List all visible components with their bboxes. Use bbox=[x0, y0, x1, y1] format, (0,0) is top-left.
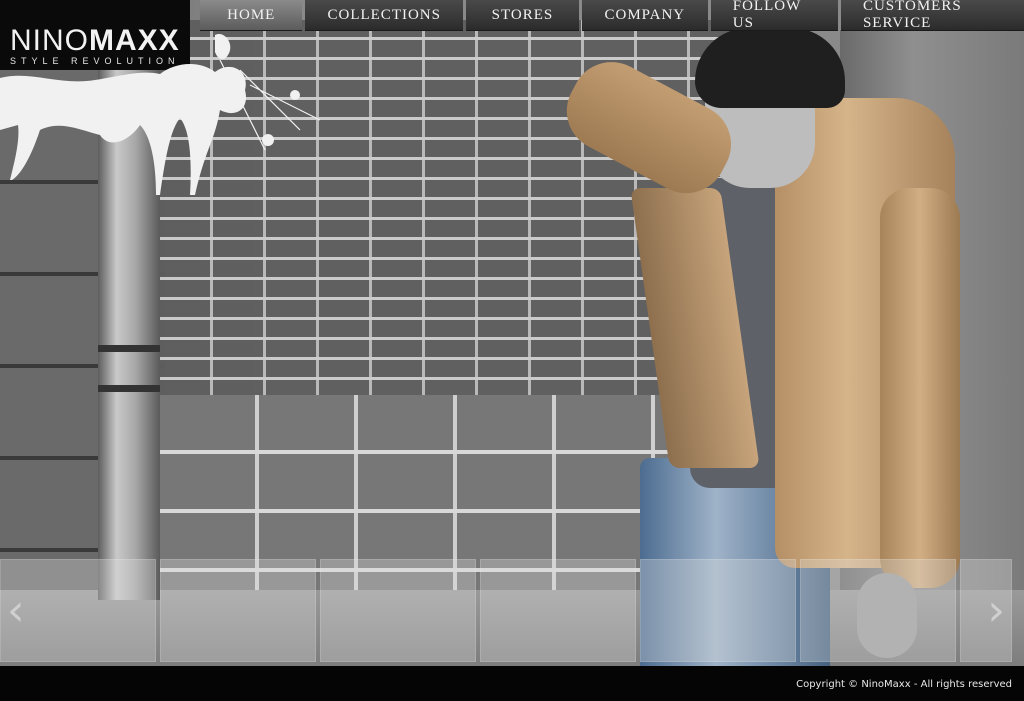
nav-item-customers-service[interactable]: CUSTOMERS SERVICE bbox=[840, 0, 1024, 31]
model-arm bbox=[880, 188, 960, 588]
brand-logo[interactable]: NINOMAXX STYLE REVOLUTION bbox=[10, 24, 180, 66]
brand-name: NINOMAXX bbox=[10, 24, 180, 58]
chevron-right-icon: › bbox=[987, 584, 1005, 636]
thumbnail-2[interactable] bbox=[320, 559, 476, 662]
main-nav: HOME COLLECTIONS STORES COMPANY FOLLOW U… bbox=[200, 0, 1024, 31]
thumbnail-4[interactable] bbox=[640, 559, 796, 662]
nav-item-home[interactable]: HOME bbox=[200, 0, 303, 31]
pipe-band bbox=[98, 385, 160, 392]
thumbnail-5[interactable] bbox=[800, 559, 956, 662]
brand-name-light: NINO bbox=[10, 24, 89, 57]
brand-tagline: STYLE REVOLUTION bbox=[10, 56, 180, 66]
thumbnail-1[interactable] bbox=[160, 559, 316, 662]
model-hair bbox=[695, 28, 845, 108]
pipe-band bbox=[98, 345, 160, 352]
nav-item-follow-us[interactable]: FOLLOW US bbox=[710, 0, 838, 31]
chevron-left-icon: ‹ bbox=[7, 584, 25, 636]
nav-item-stores[interactable]: STORES bbox=[465, 0, 579, 31]
footer: Copyright © NinoMaxx - All rights reserv… bbox=[0, 666, 1024, 701]
thumbnail-3[interactable] bbox=[480, 559, 636, 662]
nav-item-collections[interactable]: COLLECTIONS bbox=[305, 0, 463, 31]
copyright-text: Copyright © NinoMaxx - All rights reserv… bbox=[796, 679, 1012, 690]
thumbnail-strip: ‹ › bbox=[0, 559, 1024, 662]
page: NINOMAXX STYLE REVOLUTION HOME COLLECTIO… bbox=[0, 0, 1024, 701]
carousel-prev-button[interactable]: ‹ bbox=[0, 559, 156, 662]
nav-item-company[interactable]: COMPANY bbox=[581, 0, 708, 31]
brand-name-bold: MAXX bbox=[89, 24, 180, 57]
carousel-next-button[interactable]: › bbox=[960, 559, 1012, 662]
